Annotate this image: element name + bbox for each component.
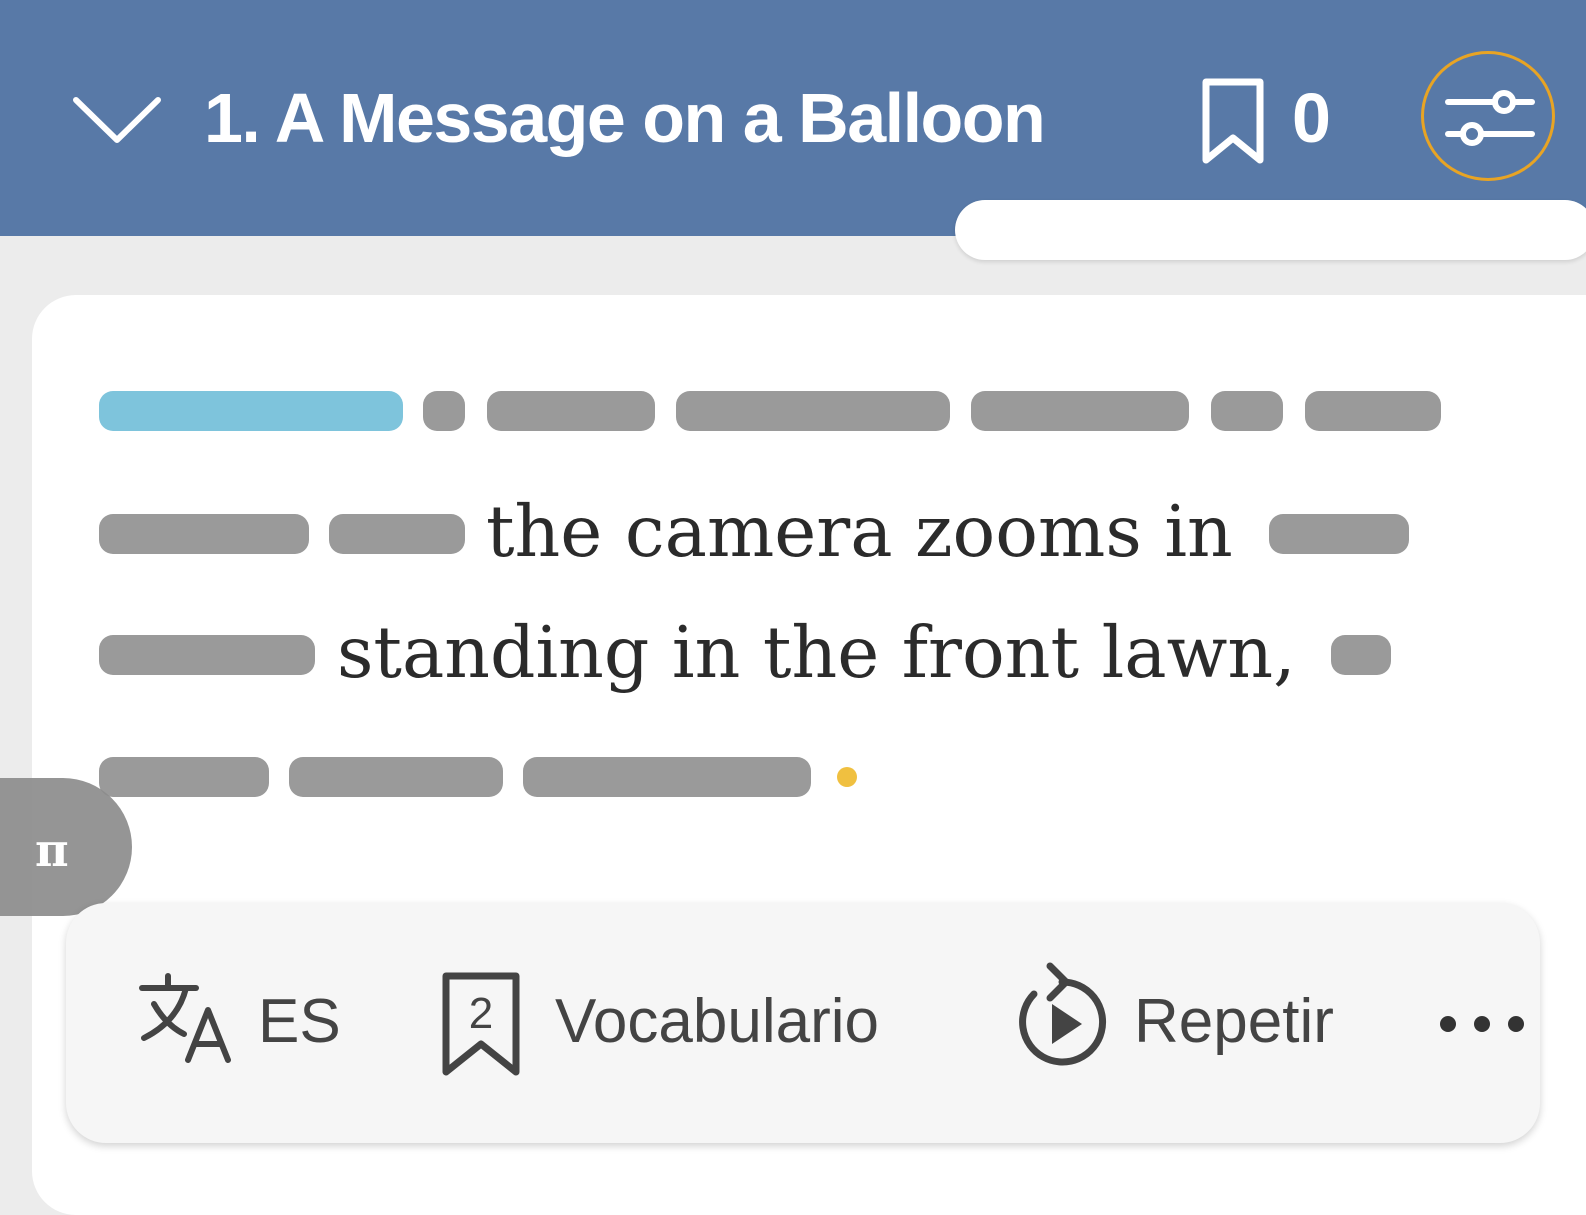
hidden-word[interactable]	[676, 391, 950, 431]
hidden-word[interactable]	[329, 514, 465, 554]
bookmark-count: 0	[1292, 79, 1331, 157]
hidden-word[interactable]	[1305, 391, 1441, 431]
vocabulary-count: 2	[469, 989, 493, 1038]
vocabulary-bookmark-icon: 2	[442, 972, 520, 1076]
hidden-word[interactable]	[523, 757, 811, 797]
chapter-title[interactable]: 1. A Message on a Balloon	[204, 76, 1046, 160]
hidden-word[interactable]	[971, 391, 1189, 431]
translate-label: ES	[258, 987, 341, 1056]
hidden-word[interactable]	[487, 391, 655, 431]
replay-icon	[1019, 962, 1107, 1066]
hidden-word[interactable]	[1211, 391, 1283, 431]
hidden-word[interactable]	[99, 757, 269, 797]
sliders-icon	[1445, 90, 1535, 146]
more-icon	[1440, 1016, 1524, 1032]
translate-icon	[139, 973, 231, 1063]
previous-card-edge	[955, 200, 1586, 260]
repeat-label: Repetir	[1134, 987, 1334, 1056]
vocabulary-label: Vocabulario	[555, 987, 880, 1056]
hidden-word-active[interactable]	[99, 391, 403, 431]
visible-text-line: standing in the front lawn,	[337, 611, 1296, 694]
hidden-word[interactable]	[1269, 514, 1409, 554]
bookmark-button[interactable]: 0	[1200, 72, 1350, 164]
hidden-word[interactable]	[99, 514, 309, 554]
progress-dot	[837, 767, 857, 787]
chevron-down-icon[interactable]	[72, 96, 162, 146]
bookmark-icon	[1202, 78, 1264, 164]
hidden-word[interactable]	[423, 391, 465, 431]
pi-icon: π	[35, 823, 69, 877]
hidden-word[interactable]	[289, 757, 503, 797]
hidden-word[interactable]	[99, 635, 315, 675]
visible-text-line: the camera zooms in	[486, 490, 1233, 573]
settings-button[interactable]	[1421, 51, 1555, 181]
more-options-button[interactable]	[1430, 984, 1540, 1060]
hidden-word[interactable]	[1331, 635, 1391, 675]
